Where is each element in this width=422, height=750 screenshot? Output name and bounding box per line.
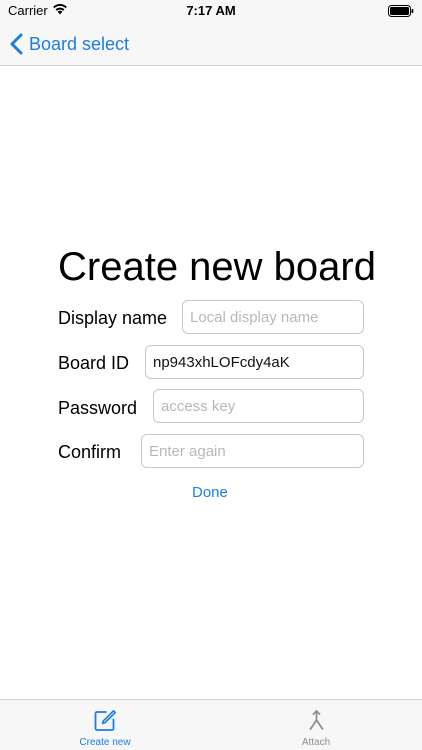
board-id-label: Board ID bbox=[58, 353, 130, 373]
clock: 7:17 AM bbox=[186, 3, 236, 18]
merge-icon bbox=[309, 710, 324, 730]
navigation-bar: Board select bbox=[0, 22, 422, 66]
back-button[interactable]: Board select bbox=[10, 31, 129, 57]
display-name-input[interactable] bbox=[182, 300, 364, 334]
page-title: Create new board bbox=[58, 245, 376, 289]
confirm-label: Confirm bbox=[58, 442, 122, 462]
password-label: Password bbox=[58, 398, 138, 418]
back-button-label: Board select bbox=[29, 33, 130, 54]
tab-attach[interactable]: Attach bbox=[246, 700, 386, 750]
board-id-input[interactable] bbox=[145, 345, 364, 379]
status-bar: Carrier 7:17 AM bbox=[0, 0, 422, 22]
done-button[interactable]: Done bbox=[192, 484, 228, 501]
password-input[interactable] bbox=[153, 389, 364, 423]
battery-icon bbox=[388, 5, 414, 17]
tab-create-new-label: Create new bbox=[79, 737, 131, 748]
tab-attach-label: Attach bbox=[301, 737, 331, 748]
chevron-left-icon bbox=[10, 33, 23, 55]
confirm-input[interactable] bbox=[141, 434, 364, 468]
tab-bar: Create new Attach bbox=[0, 699, 422, 750]
display-name-label: Display name bbox=[58, 308, 168, 328]
main-content bbox=[0, 67, 422, 699]
compose-icon bbox=[94, 710, 116, 731]
tab-create-new[interactable]: Create new bbox=[35, 700, 175, 750]
